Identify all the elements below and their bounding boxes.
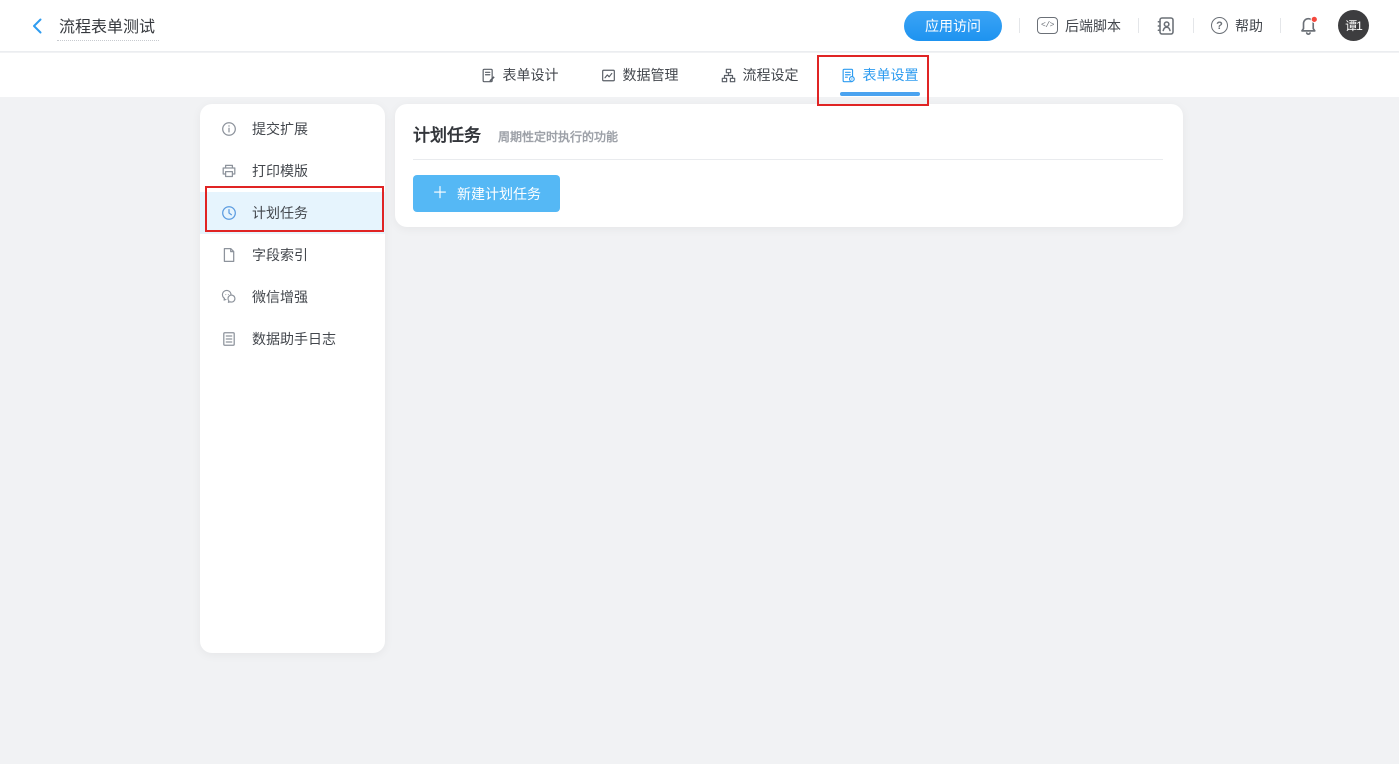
- tab-flow-setting[interactable]: 流程设定: [720, 53, 800, 97]
- help-button[interactable]: ? 帮助: [1211, 16, 1263, 36]
- info-icon: [221, 121, 237, 137]
- tab-label: 表单设计: [503, 65, 559, 85]
- sidebar-item-wechat-enhance[interactable]: 微信增强: [200, 276, 385, 318]
- contacts-book-icon[interactable]: [1156, 16, 1176, 36]
- sidebar-item-label: 打印模版: [252, 161, 308, 181]
- log-icon: [221, 331, 237, 347]
- header-divider: [1138, 18, 1139, 33]
- flow-setting-icon: [721, 68, 736, 83]
- sidebar-item-label: 数据助手日志: [252, 329, 336, 349]
- sidebar-item-label: 计划任务: [252, 203, 308, 223]
- page: { "header": { "title": "流程表单测试", "app_ac…: [0, 0, 1399, 764]
- tab-form-settings[interactable]: 表单设置: [840, 53, 920, 97]
- sidebar-item-field-index[interactable]: 字段索引: [200, 234, 385, 276]
- new-scheduled-task-button[interactable]: ＋ 新建计划任务: [413, 175, 560, 212]
- tab-label: 数据管理: [623, 65, 679, 85]
- chevron-left-icon: [29, 17, 47, 35]
- sidebar-item-scheduled-tasks[interactable]: 计划任务: [200, 192, 385, 234]
- app-header: 流程表单测试 应用访问 </> 后端脚本 ? 帮助: [0, 0, 1399, 52]
- sidebar-item-label: 提交扩展: [252, 119, 308, 139]
- header-divider: [1280, 18, 1281, 33]
- panel-subtitle: 周期性定时执行的功能: [498, 128, 618, 145]
- form-settings-icon: [841, 68, 856, 83]
- form-design-icon: [481, 68, 496, 83]
- help-icon: ?: [1211, 17, 1228, 34]
- back-button[interactable]: [28, 16, 48, 36]
- tab-label: 流程设定: [743, 65, 799, 85]
- backend-script-label: 后端脚本: [1065, 16, 1121, 36]
- new-scheduled-task-label: 新建计划任务: [457, 184, 541, 204]
- app-access-button[interactable]: 应用访问: [904, 11, 1002, 41]
- page-title[interactable]: 流程表单测试: [57, 11, 159, 41]
- header-divider: [1019, 18, 1020, 33]
- active-tab-underline: [840, 92, 920, 96]
- notifications-button[interactable]: [1298, 15, 1319, 36]
- help-label: 帮助: [1235, 16, 1263, 36]
- tab-data-management[interactable]: 数据管理: [600, 53, 680, 97]
- sidebar-item-label: 微信增强: [252, 287, 308, 307]
- wechat-icon: [221, 289, 237, 305]
- scheduled-tasks-panel: 计划任务 周期性定时执行的功能 ＋ 新建计划任务: [395, 104, 1183, 227]
- user-avatar[interactable]: 谭1: [1338, 10, 1369, 41]
- clock-icon: [221, 205, 237, 221]
- panel-header: 计划任务 周期性定时执行的功能: [395, 104, 1183, 146]
- sidebar-item-label: 字段索引: [252, 245, 308, 265]
- printer-icon: [221, 163, 237, 179]
- plus-icon: ＋: [432, 186, 448, 202]
- bell-icon: [1298, 15, 1319, 36]
- form-tabbar: 表单设计 数据管理 流程设定: [0, 53, 1399, 97]
- data-manage-icon: [601, 68, 616, 83]
- tab-form-design[interactable]: 表单设计: [480, 53, 560, 97]
- backend-script-button[interactable]: </> 后端脚本: [1037, 16, 1121, 36]
- settings-sidebar: 提交扩展 打印模版 计划任务 字段索引: [200, 104, 385, 653]
- tab-label: 表单设置: [863, 65, 919, 85]
- sidebar-item-submit-extension[interactable]: 提交扩展: [200, 108, 385, 150]
- panel-title: 计划任务: [413, 121, 481, 146]
- document-icon: [221, 247, 237, 263]
- panel-divider: [413, 159, 1163, 160]
- header-actions: 应用访问 </> 后端脚本 ? 帮助: [904, 10, 1399, 41]
- code-icon: </>: [1037, 17, 1058, 34]
- sidebar-item-data-assistant-log[interactable]: 数据助手日志: [200, 318, 385, 360]
- sidebar-item-print-template[interactable]: 打印模版: [200, 150, 385, 192]
- header-divider: [1193, 18, 1194, 33]
